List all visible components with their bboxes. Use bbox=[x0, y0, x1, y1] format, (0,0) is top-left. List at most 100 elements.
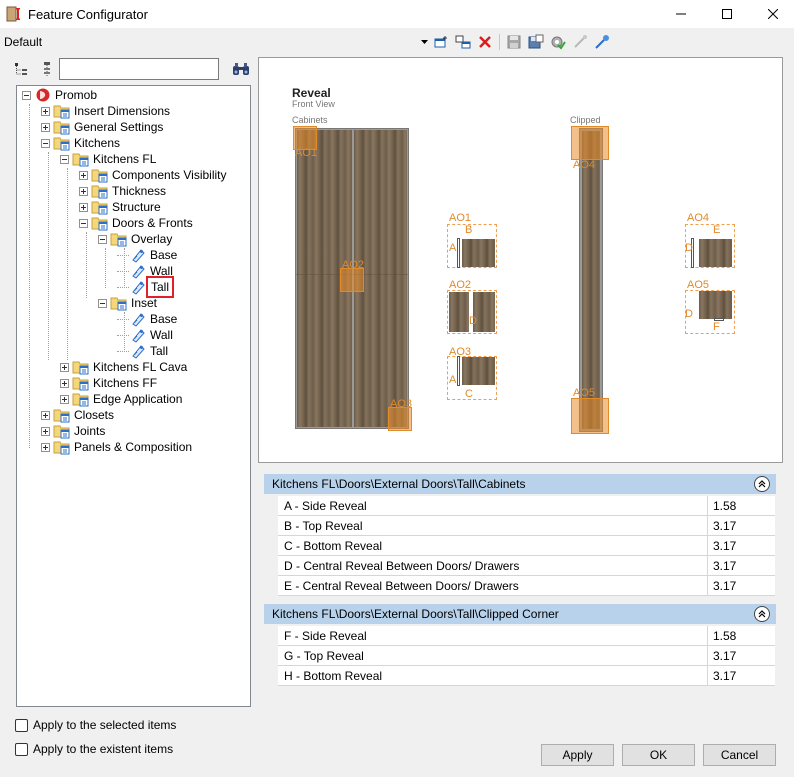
collapse-icon[interactable] bbox=[98, 298, 107, 308]
tree-item-insert-dimensions[interactable]: Insert Dimensions bbox=[41, 103, 171, 119]
tree-item-inset[interactable]: Inset bbox=[98, 295, 158, 311]
property-value[interactable]: 1.58 bbox=[708, 626, 775, 645]
close-icon[interactable] bbox=[750, 0, 794, 28]
collapse-icon[interactable] bbox=[60, 154, 69, 164]
tree-item-overlay-wall[interactable]: Wall bbox=[117, 263, 174, 279]
expand-icon[interactable] bbox=[79, 186, 88, 196]
expand-icon[interactable] bbox=[41, 122, 50, 132]
search-input[interactable] bbox=[59, 58, 219, 80]
section-header[interactable]: Kitchens FL\Doors\External Doors\Tall\Ca… bbox=[264, 474, 776, 494]
checkbox-box[interactable] bbox=[15, 742, 28, 756]
expand-icon[interactable] bbox=[60, 394, 69, 404]
property-row: E - Central Reveal Between Doors/ Drawer… bbox=[278, 576, 775, 596]
expand-icon[interactable] bbox=[60, 378, 69, 388]
tree-item-kitchens-fl[interactable]: Kitchens FL bbox=[60, 151, 157, 167]
expand-icon[interactable] bbox=[60, 362, 69, 372]
tree-item-overlay[interactable]: Overlay bbox=[98, 231, 173, 247]
tree-item-joints[interactable]: Joints bbox=[41, 423, 106, 439]
ao4-marker bbox=[571, 126, 609, 160]
toolbar-icons bbox=[418, 32, 613, 52]
property-name: B - Top Reveal bbox=[278, 516, 708, 535]
detail-ao5-door bbox=[699, 291, 732, 319]
ok-button[interactable]: OK bbox=[622, 744, 695, 766]
folder-icon bbox=[72, 359, 90, 375]
expand-icon[interactable] bbox=[41, 106, 50, 116]
feature-tree[interactable]: Promob Insert Dimensions General Settings K… bbox=[16, 85, 251, 707]
apply-selected-checkbox[interactable]: Apply to the selected items bbox=[15, 717, 176, 733]
tree-item-inset-tall[interactable]: Tall bbox=[117, 343, 169, 359]
feature-item-icon bbox=[129, 311, 147, 327]
tree-item-edge-application[interactable]: Edge Application bbox=[60, 391, 183, 407]
property-value[interactable]: 1.58 bbox=[708, 496, 775, 515]
property-value[interactable]: 3.17 bbox=[708, 516, 775, 535]
save-as-icon[interactable] bbox=[525, 32, 547, 52]
tree-item-kitchens[interactable]: Kitchens bbox=[41, 135, 121, 151]
section-header[interactable]: Kitchens FL\Doors\External Doors\Tall\Cl… bbox=[264, 604, 776, 624]
filter-tree-icon[interactable] bbox=[36, 58, 58, 80]
apply-button[interactable]: Apply bbox=[541, 744, 614, 766]
pick-icon[interactable] bbox=[591, 32, 613, 52]
collapse-section-icon[interactable] bbox=[754, 606, 770, 622]
collapse-icon[interactable] bbox=[22, 90, 31, 100]
collapse-tree-icon[interactable] bbox=[10, 58, 32, 80]
expand-icon[interactable] bbox=[79, 170, 88, 180]
tree-item-doors-fronts[interactable]: Doors & Fronts bbox=[79, 215, 194, 231]
tree-item-label: Panels & Composition bbox=[74, 440, 193, 454]
validate-icon[interactable] bbox=[547, 32, 569, 52]
new-item-icon[interactable] bbox=[430, 32, 452, 52]
tree-item-closets[interactable]: Closets bbox=[41, 407, 115, 423]
tree-item-kitchens-fl-cava[interactable]: Kitchens FL Cava bbox=[60, 359, 188, 375]
collapse-section-icon[interactable] bbox=[754, 476, 770, 492]
expand-icon[interactable] bbox=[41, 410, 50, 420]
collapse-icon[interactable] bbox=[41, 138, 50, 148]
collapse-icon[interactable] bbox=[79, 218, 88, 228]
property-value[interactable]: 3.17 bbox=[708, 576, 775, 595]
expand-icon[interactable] bbox=[41, 426, 50, 436]
tree-item-overlay-tall[interactable]: Tall bbox=[117, 276, 175, 298]
tree-item-inset-base[interactable]: Base bbox=[117, 311, 178, 327]
detail-ao2-door-left bbox=[449, 292, 469, 332]
link-icon[interactable] bbox=[569, 32, 591, 52]
cancel-button[interactable]: Cancel bbox=[703, 744, 776, 766]
binoculars-icon[interactable] bbox=[230, 59, 252, 79]
tree-item-panels-composition[interactable]: Panels & Composition bbox=[41, 439, 193, 455]
tree-item-overlay-base[interactable]: Base bbox=[117, 247, 178, 263]
property-value[interactable]: 3.17 bbox=[708, 646, 775, 665]
apply-existent-checkbox[interactable]: Apply to the existent items bbox=[15, 741, 173, 757]
copy-item-icon[interactable] bbox=[452, 32, 474, 52]
preview-title: Reveal bbox=[292, 86, 331, 100]
expand-icon[interactable] bbox=[79, 202, 88, 212]
property-value[interactable]: 3.17 bbox=[708, 556, 775, 575]
detail-ao4-e: E bbox=[713, 224, 721, 236]
tree-item-general-settings[interactable]: General Settings bbox=[41, 119, 164, 135]
tree-item-components-visibility[interactable]: Components Visibility bbox=[79, 167, 228, 183]
minimize-icon[interactable] bbox=[658, 0, 704, 28]
tree-item-thickness[interactable]: Thickness bbox=[79, 183, 167, 199]
tree-item-label: Base bbox=[150, 248, 178, 262]
folder-icon bbox=[91, 183, 109, 199]
tree-item-root[interactable]: Promob bbox=[22, 87, 98, 103]
feature-item-icon bbox=[129, 279, 147, 295]
property-name: D - Central Reveal Between Doors/ Drawer… bbox=[278, 556, 708, 575]
tree-item-label: Tall bbox=[150, 344, 169, 358]
property-row: G - Top Reveal 3.17 bbox=[278, 646, 775, 666]
property-value[interactable]: 3.17 bbox=[708, 666, 775, 685]
checkbox-box[interactable] bbox=[15, 718, 28, 732]
section-title: Kitchens FL\Doors\External Doors\Tall\Ca… bbox=[272, 477, 526, 491]
dropdown-arrow-icon[interactable] bbox=[418, 32, 430, 52]
detail-ao3-c: C bbox=[465, 388, 473, 400]
detail-ao5-f: F bbox=[713, 321, 720, 333]
tree-item-label: Base bbox=[150, 312, 178, 326]
property-value[interactable]: 3.17 bbox=[708, 536, 775, 555]
collapse-icon[interactable] bbox=[98, 234, 107, 244]
maximize-icon[interactable] bbox=[704, 0, 750, 28]
tree-item-structure[interactable]: Structure bbox=[79, 199, 162, 215]
delete-icon[interactable] bbox=[474, 32, 496, 52]
save-icon[interactable] bbox=[503, 32, 525, 52]
tree-item-inset-wall[interactable]: Wall bbox=[117, 327, 174, 343]
expand-icon[interactable] bbox=[41, 442, 50, 452]
property-row: F - Side Reveal 1.58 bbox=[278, 626, 775, 646]
promob-logo-icon bbox=[34, 87, 52, 103]
tree-item-label: Inset bbox=[131, 296, 158, 310]
tree-item-kitchens-ff[interactable]: Kitchens FF bbox=[60, 375, 158, 391]
